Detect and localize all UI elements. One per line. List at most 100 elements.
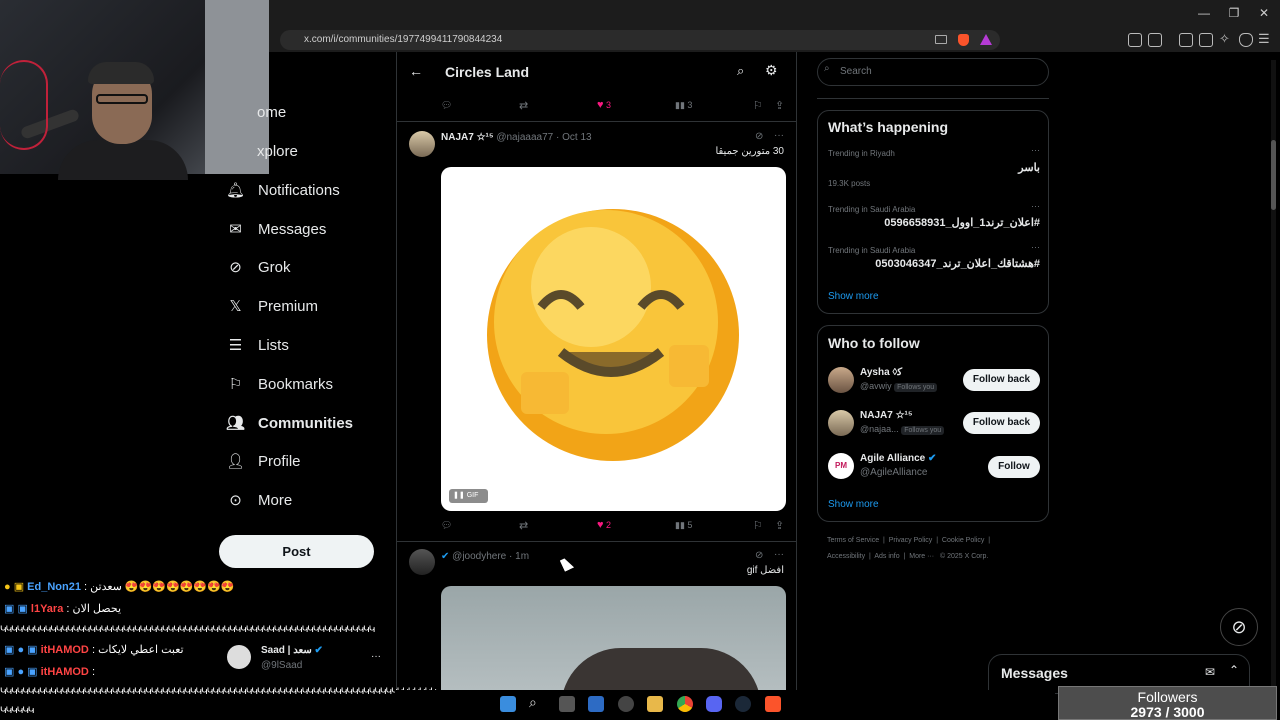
store-icon[interactable] (588, 696, 604, 712)
minimize-icon[interactable]: — (1194, 6, 1214, 20)
extensions-icon[interactable] (1128, 33, 1142, 47)
like-action[interactable]: ♥ 2 (597, 519, 611, 531)
discord-icon[interactable] (706, 696, 722, 712)
bookmark-action-icon[interactable]: ⚐ (753, 99, 763, 112)
avatar[interactable] (828, 367, 854, 393)
post-button[interactable]: Post (219, 535, 374, 568)
share-icon[interactable]: ⇪ (775, 99, 784, 112)
trend-item[interactable]: Trending in Saudi Arabia ··· #اعلان_ترند… (828, 201, 1040, 229)
show-more-link[interactable]: Show more (828, 499, 879, 510)
taskbar-search-icon[interactable]: ⌕ (529, 694, 537, 711)
post-gif[interactable]: ❚❚ GIF (441, 167, 786, 511)
user-handle[interactable]: @AgileAlliance (860, 467, 927, 478)
windows-start-icon[interactable] (500, 696, 516, 712)
post-more-icon[interactable]: ··· (774, 130, 784, 141)
user-handle[interactable]: @avwiy (860, 381, 892, 391)
back-arrow-icon[interactable]: ← (409, 63, 423, 79)
post-more-icon[interactable]: ··· (774, 549, 784, 560)
account-avatar[interactable] (227, 645, 251, 669)
reader-mode-icon[interactable] (935, 35, 947, 44)
search-icon[interactable]: ⌕ (737, 63, 744, 79)
post-date[interactable]: Oct 13 (562, 132, 591, 143)
views-action[interactable]: ▮▮ 3 (675, 100, 692, 111)
follow-back-button[interactable]: Follow back (963, 369, 1040, 391)
nav-bookmarks[interactable]: ⚐ Bookmarks (227, 372, 333, 396)
new-message-icon[interactable]: ✉ (1205, 665, 1215, 679)
post-gif[interactable] (441, 586, 786, 692)
user-name[interactable]: Aysha ◊ﻛ (860, 367, 902, 378)
post-author-handle[interactable]: @joodyhere (452, 551, 506, 562)
nav-lists[interactable]: ☰ Lists (227, 333, 289, 357)
nav-grok[interactable]: ⊘ Grok (227, 255, 290, 279)
account-name[interactable]: Saad | سعد (261, 645, 312, 656)
wallet-icon[interactable] (1199, 33, 1213, 47)
close-icon[interactable]: ✕ (1254, 6, 1274, 20)
grok-floating-icon[interactable]: ⊘ (1220, 608, 1258, 646)
sidebar-icon[interactable] (1179, 33, 1193, 47)
collapse-icon[interactable]: ⌃ (1229, 663, 1239, 677)
post-date[interactable]: 1m (515, 551, 529, 562)
grok-post-icon[interactable]: ⊘ (755, 131, 763, 142)
repost-icon[interactable]: ⇄ (519, 519, 528, 532)
file-explorer-icon[interactable] (647, 696, 663, 712)
chrome-icon[interactable] (677, 696, 693, 712)
nav-profile[interactable]: 👤︎ Profile (226, 449, 301, 473)
task-view-icon[interactable] (559, 696, 575, 712)
footer-link[interactable]: Cookie Policy (942, 537, 984, 544)
follow-button[interactable]: Follow (988, 456, 1040, 478)
nav-explore[interactable]: xplore (257, 139, 298, 163)
gif-badge[interactable]: ❚❚ GIF (449, 489, 488, 503)
avatar[interactable] (828, 410, 854, 436)
reply-icon[interactable]: 💬︎ (441, 100, 452, 111)
user-name[interactable]: Agile Alliance (860, 453, 925, 464)
trend-item[interactable]: Trending in Saudi Arabia ··· #هشتاقك_اعل… (828, 242, 1040, 270)
like-action[interactable]: ♥ 3 (597, 99, 611, 111)
nav-communities[interactable]: 👥︎ Communities (226, 411, 353, 435)
follow-back-button[interactable]: Follow back (963, 412, 1040, 434)
trend-more-icon[interactable]: ··· (1031, 242, 1040, 252)
nav-more[interactable]: ⊙ More (227, 488, 292, 512)
brave-rewards-icon[interactable] (980, 34, 992, 45)
user-name[interactable]: NAJA7 ☆¹⁵ (860, 410, 913, 421)
user-handle[interactable]: @najaa... (860, 424, 899, 434)
obs-icon[interactable] (618, 696, 634, 712)
restore-icon[interactable]: ❐ (1224, 6, 1244, 20)
search-input[interactable]: Search (817, 58, 1049, 86)
footer-link[interactable]: Ads info (874, 553, 899, 560)
address-bar[interactable]: x.com/i/communities/1977499411790844234 (280, 30, 1000, 50)
reply-icon[interactable]: 💬︎ (441, 520, 452, 531)
share-icon[interactable]: ⇪ (775, 519, 784, 532)
steam-icon[interactable] (735, 696, 751, 712)
settings-gear-icon[interactable]: ⚙ (765, 62, 778, 79)
account-more-icon[interactable]: ··· (371, 651, 381, 662)
trend-more-icon[interactable]: ··· (1031, 201, 1040, 211)
footer-link[interactable]: Terms of Service (827, 537, 879, 544)
nav-notifications[interactable]: 🔔︎ Notifications (226, 178, 340, 202)
post-author-name[interactable]: NAJA7 ☆¹⁵ (441, 132, 494, 143)
footer-link[interactable]: Accessibility (827, 553, 865, 560)
avatar[interactable] (409, 131, 435, 157)
account-handle[interactable]: @9lSaad (261, 660, 302, 671)
brave-icon[interactable] (765, 696, 781, 712)
views-action[interactable]: ▮▮ 5 (675, 520, 692, 531)
nav-messages[interactable]: ✉ Messages (227, 217, 326, 241)
post-author-handle[interactable]: @najaaaa77 (496, 132, 553, 143)
menu-icon[interactable]: ☰ (1258, 31, 1270, 47)
leo-ai-icon[interactable]: ✧ (1219, 31, 1230, 47)
footer-link[interactable]: More ··· (909, 553, 934, 560)
trend-item[interactable]: Trending in Riyadh ··· باسر 19.3K posts (828, 145, 1040, 188)
grok-post-icon[interactable]: ⊘ (755, 550, 763, 561)
agile-alliance-logo[interactable]: PM (828, 453, 854, 479)
bookmark-action-icon[interactable]: ⚐ (753, 519, 763, 532)
vpn-shield-icon[interactable] (1239, 33, 1253, 47)
nav-premium[interactable]: 𝕏 Premium (227, 294, 318, 318)
show-more-link[interactable]: Show more (828, 291, 879, 302)
scrollbar-thumb[interactable] (1271, 140, 1276, 210)
tab-icon[interactable] (1148, 33, 1162, 47)
scrollbar-track[interactable] (1271, 60, 1276, 700)
footer-link[interactable]: Privacy Policy (889, 537, 933, 544)
trend-more-icon[interactable]: ··· (1031, 145, 1040, 155)
repost-icon[interactable]: ⇄ (519, 99, 528, 112)
avatar[interactable] (409, 549, 435, 575)
brave-shield-icon[interactable] (958, 34, 969, 46)
